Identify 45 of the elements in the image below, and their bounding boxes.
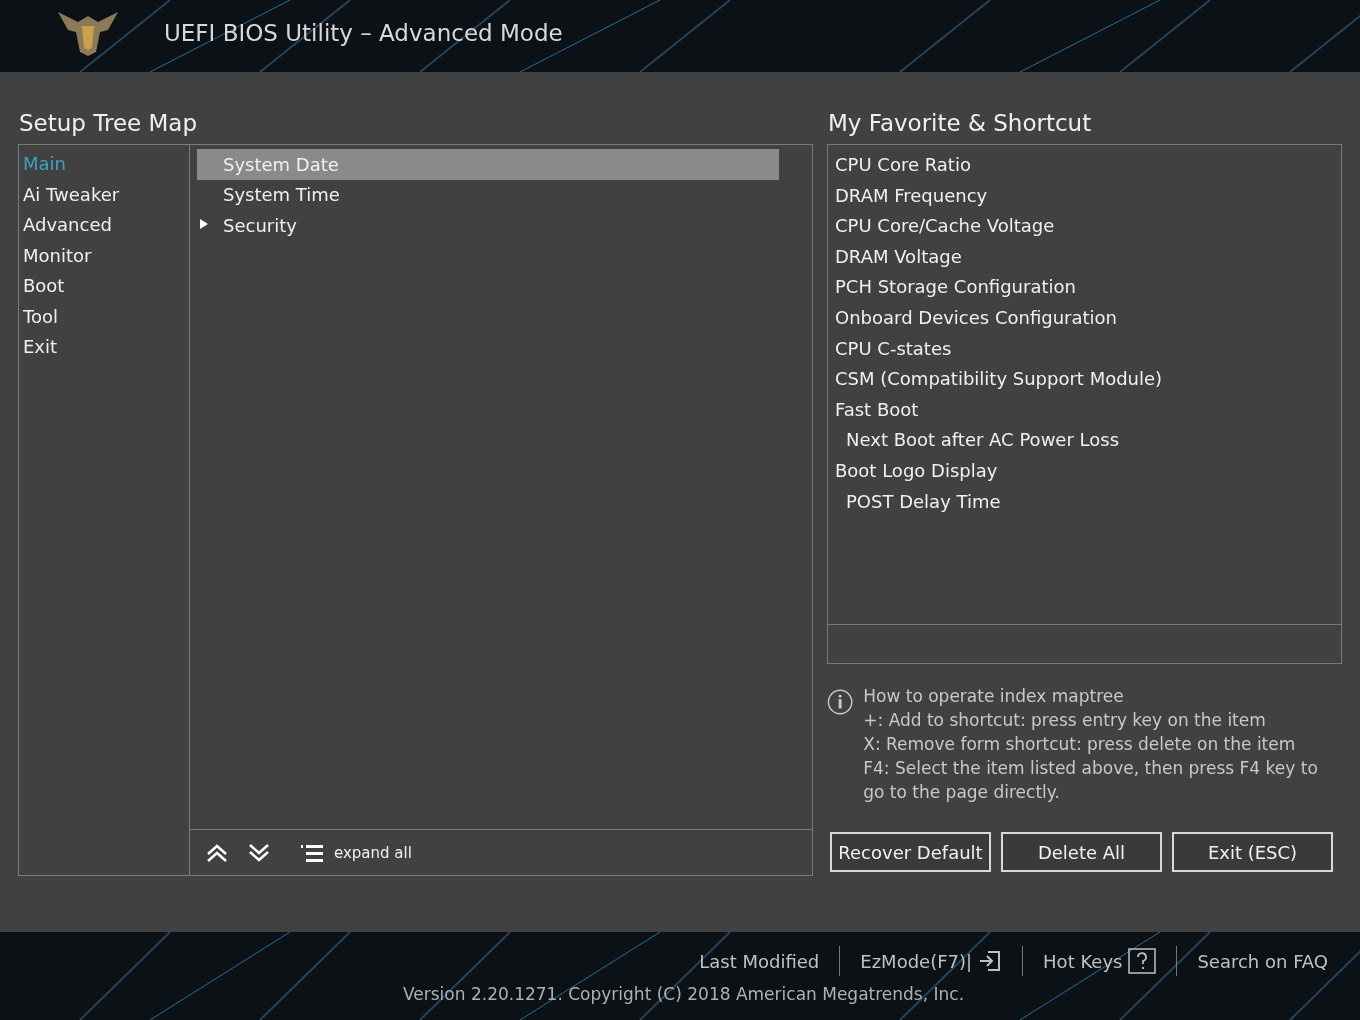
- favorite-item[interactable]: DRAM Frequency: [835, 180, 1334, 212]
- favorite-item[interactable]: POST Delay Time: [835, 486, 1334, 518]
- footer-link[interactable]: Last Modified: [679, 950, 840, 972]
- window-title: UEFI BIOS Utility – Advanced Mode: [164, 20, 563, 46]
- favorite-item[interactable]: Next Boot after AC Power Loss: [835, 425, 1334, 456]
- list-icon: [300, 842, 324, 863]
- help-text: How to operate index maptree: [863, 685, 1125, 708]
- expand-all-button[interactable]: expand all: [300, 842, 412, 863]
- item-label: System Time: [223, 184, 340, 206]
- category-item[interactable]: Boot: [19, 272, 189, 303]
- favorite-item[interactable]: PCH Storage Configuration: [835, 272, 1334, 303]
- favorite-item[interactable]: Onboard Devices Configuration: [835, 302, 1334, 334]
- help-icon: [1128, 948, 1157, 974]
- action-button[interactable]: Delete All: [1001, 832, 1162, 872]
- favorite-item[interactable]: CPU C-states: [835, 333, 1334, 365]
- section-title: Setup Tree Map: [19, 109, 199, 138]
- help-text: X: Remove form shortcut: press delete on the item: [863, 733, 1297, 756]
- favorite-item[interactable]: CPU Core/Cache Voltage: [835, 211, 1334, 242]
- help-text: F4: Select the item listed above, then press F4 key to go to the page directly.: [863, 757, 1319, 804]
- item-label: Security: [223, 214, 297, 236]
- tree-item[interactable]: Security: [197, 210, 779, 241]
- category-item[interactable]: Advanced: [19, 211, 189, 242]
- expand-arrow-icon[interactable]: [199, 219, 209, 229]
- footer-link[interactable]: Search on FAQ: [1177, 950, 1348, 972]
- favorite-item[interactable]: CSM (Compatibility Support Module): [835, 364, 1334, 395]
- category-item[interactable]: Tool: [19, 302, 189, 333]
- footer-link[interactable]: EzMode(F7)|: [840, 950, 1023, 972]
- favorite-item[interactable]: DRAM Voltage: [835, 241, 1334, 273]
- category-item[interactable]: Ai Tweaker: [19, 180, 189, 211]
- expand-button[interactable]: [248, 842, 270, 863]
- item-label: System Date: [223, 153, 339, 175]
- action-button[interactable]: Exit (ESC): [1172, 832, 1333, 872]
- tree-item[interactable]: System Time: [197, 179, 779, 210]
- category-item[interactable]: Exit: [19, 333, 189, 364]
- favorite-item[interactable]: Fast Boot: [835, 394, 1334, 426]
- collapse-button[interactable]: [206, 842, 228, 863]
- section-title: My Favorite & Shortcut: [828, 109, 1093, 138]
- exit-icon: [978, 950, 1003, 972]
- copyright-text: Version 2.20.1271. Copyright (C) 2018 American Megatrends, Inc.: [403, 984, 965, 1004]
- category-item[interactable]: Monitor: [19, 241, 189, 272]
- favorite-item[interactable]: CPU Core Ratio: [835, 150, 1334, 181]
- category-item[interactable]: Main: [19, 150, 189, 181]
- favorite-item[interactable]: Boot Logo Display: [835, 455, 1334, 487]
- help-text: +: Add to shortcut: press entry key on the item: [863, 709, 1267, 732]
- action-button[interactable]: Recover Default: [830, 832, 991, 872]
